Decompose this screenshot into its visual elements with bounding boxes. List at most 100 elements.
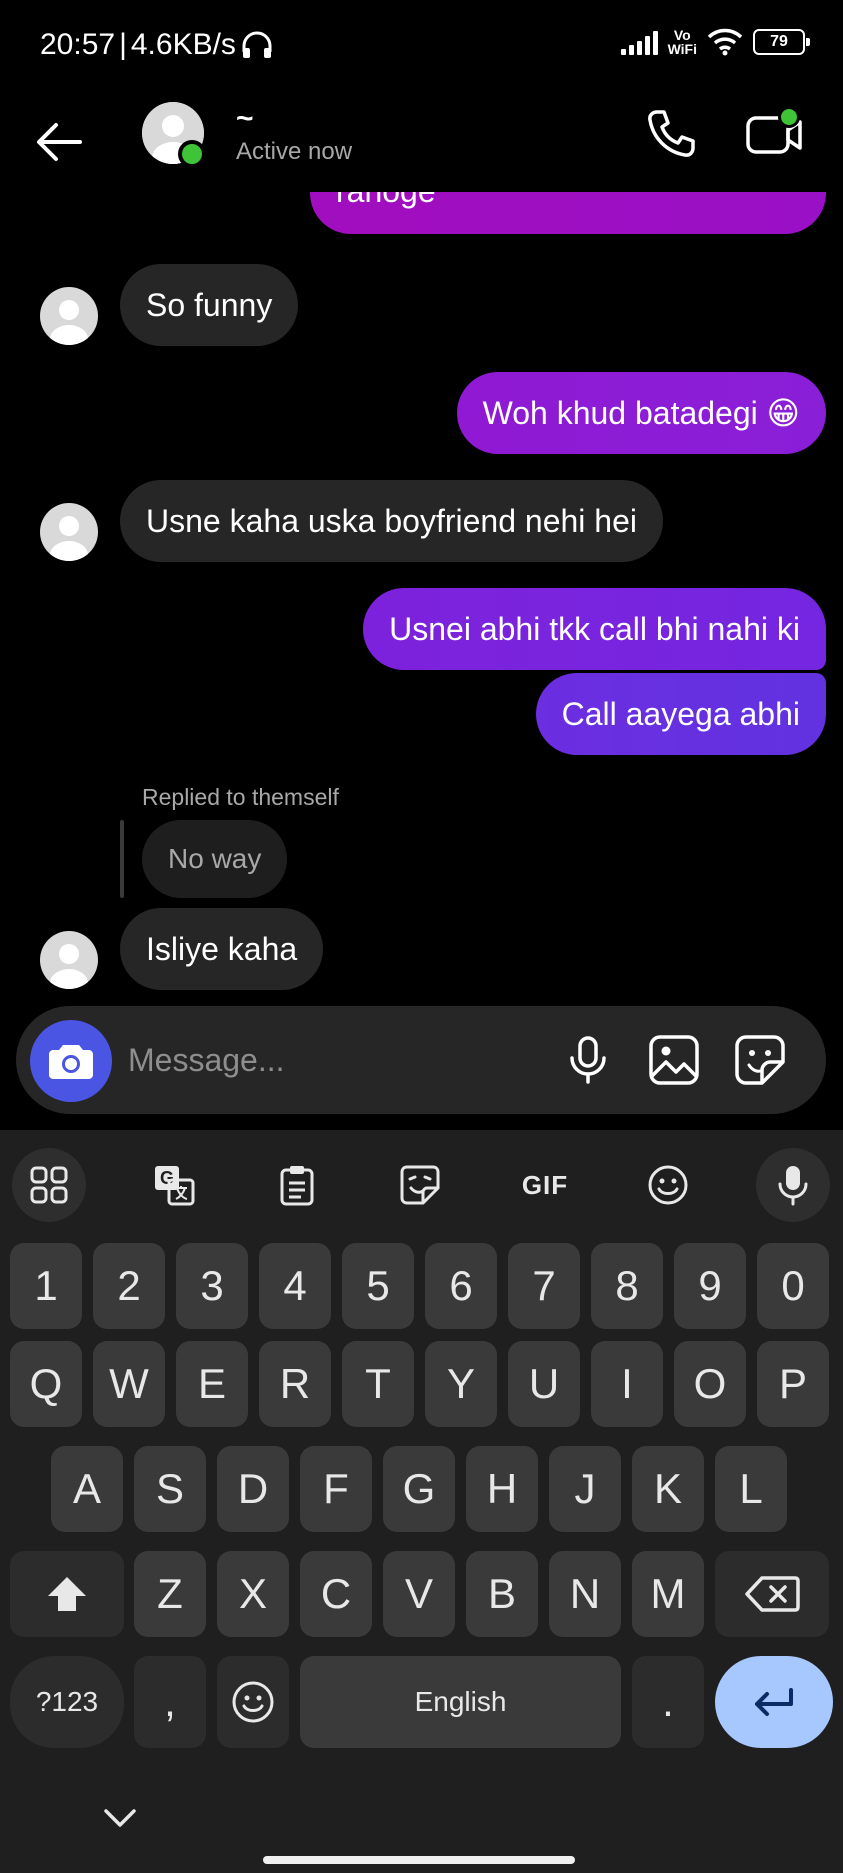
message-incoming[interactable]: Usne kaha uska boyfriend nehi hei bbox=[120, 480, 663, 562]
key-o[interactable]: O bbox=[674, 1341, 746, 1427]
key-v[interactable]: V bbox=[383, 1551, 455, 1637]
online-indicator bbox=[178, 140, 206, 168]
key-q[interactable]: Q bbox=[10, 1341, 82, 1427]
camera-button[interactable] bbox=[30, 1020, 112, 1102]
sticker-icon bbox=[400, 1165, 440, 1205]
key-3[interactable]: 3 bbox=[176, 1243, 248, 1329]
message-composer bbox=[16, 1006, 826, 1114]
emoji-icon bbox=[648, 1165, 688, 1205]
contact-name[interactable]: ~ bbox=[236, 102, 254, 136]
clock: 20:57 bbox=[40, 28, 116, 61]
key-l[interactable]: L bbox=[715, 1446, 787, 1532]
sender-avatar[interactable] bbox=[40, 931, 98, 989]
keyboard: G GIF 1 2 3 4 5 6 7 8 9 0 Q W E R T Y U … bbox=[0, 1130, 843, 1873]
default-avatar-icon bbox=[50, 944, 88, 989]
instagram-dm-screen: 20:57 | 4.6KB/s Vo WiFi 79 ~ Active now … bbox=[0, 0, 843, 1873]
keyboard-emoji-button[interactable] bbox=[633, 1150, 703, 1220]
key-2[interactable]: 2 bbox=[93, 1243, 165, 1329]
sticker-icon[interactable] bbox=[732, 1032, 788, 1088]
key-r[interactable]: R bbox=[259, 1341, 331, 1427]
message-input[interactable] bbox=[128, 1028, 548, 1092]
key-c[interactable]: C bbox=[300, 1551, 372, 1637]
key-e[interactable]: E bbox=[176, 1341, 248, 1427]
gallery-icon[interactable] bbox=[646, 1032, 702, 1088]
key-j[interactable]: J bbox=[549, 1446, 621, 1532]
microphone-icon[interactable] bbox=[560, 1032, 616, 1088]
key-h[interactable]: H bbox=[466, 1446, 538, 1532]
key-5[interactable]: 5 bbox=[342, 1243, 414, 1329]
reply-context-label: Replied to themself bbox=[142, 784, 339, 810]
message-incoming[interactable]: Isliye kaha bbox=[120, 908, 324, 990]
key-9[interactable]: 9 bbox=[674, 1243, 746, 1329]
keyboard-voice-button[interactable] bbox=[756, 1148, 830, 1222]
back-arrow-icon[interactable] bbox=[30, 112, 90, 172]
reply-quote-bar bbox=[120, 820, 124, 898]
key-w[interactable]: W bbox=[93, 1341, 165, 1427]
vowifi-bottom: WiFi bbox=[667, 41, 697, 57]
key-z[interactable]: Z bbox=[134, 1551, 206, 1637]
home-gesture-bar[interactable] bbox=[263, 1856, 575, 1864]
camera-icon bbox=[49, 1045, 93, 1079]
sender-avatar[interactable] bbox=[40, 503, 98, 561]
shift-icon bbox=[48, 1577, 86, 1611]
keyboard-hide-chevron-icon[interactable] bbox=[100, 1803, 140, 1833]
gif-button[interactable]: GIF bbox=[510, 1150, 580, 1220]
key-g[interactable]: G bbox=[383, 1446, 455, 1532]
default-avatar-icon bbox=[50, 516, 88, 561]
key-a[interactable]: A bbox=[51, 1446, 123, 1532]
key-x[interactable]: X bbox=[217, 1551, 289, 1637]
key-f[interactable]: F bbox=[300, 1446, 372, 1532]
key-6[interactable]: 6 bbox=[425, 1243, 497, 1329]
sender-avatar[interactable] bbox=[40, 287, 98, 345]
headphones-icon bbox=[242, 31, 272, 58]
keyboard-sticker-button[interactable] bbox=[385, 1150, 455, 1220]
video-active-dot bbox=[778, 106, 800, 128]
message-outgoing[interactable]: Woh khud batadegi 😁 bbox=[456, 372, 826, 454]
key-m[interactable]: M bbox=[632, 1551, 704, 1637]
message-text: Usne kaha uska boyfriend nehi hei bbox=[146, 502, 637, 539]
backspace-key[interactable] bbox=[715, 1551, 829, 1637]
signal-icon bbox=[620, 29, 658, 55]
status-right: Vo WiFi 79 bbox=[620, 28, 810, 56]
key-p[interactable]: P bbox=[757, 1341, 829, 1427]
chat-header: ~ Active now bbox=[0, 92, 843, 192]
key-4[interactable]: 4 bbox=[259, 1243, 331, 1329]
key-i[interactable]: I bbox=[591, 1341, 663, 1427]
translate-button[interactable]: G bbox=[139, 1150, 209, 1220]
message-text: So funny bbox=[146, 286, 273, 323]
message-outgoing[interactable]: Call aayega abhi bbox=[535, 673, 826, 755]
phone-icon[interactable] bbox=[643, 106, 699, 162]
enter-key[interactable] bbox=[715, 1656, 833, 1748]
message-outgoing[interactable]: ranoge bbox=[310, 192, 826, 234]
space-bar[interactable]: English bbox=[300, 1656, 621, 1748]
key-7[interactable]: 7 bbox=[508, 1243, 580, 1329]
symbols-key[interactable]: ?123 bbox=[10, 1656, 124, 1748]
key-u[interactable]: U bbox=[508, 1341, 580, 1427]
key-b[interactable]: B bbox=[466, 1551, 538, 1637]
message-text: Call aayega abhi bbox=[561, 695, 800, 732]
key-8[interactable]: 8 bbox=[591, 1243, 663, 1329]
comma-key[interactable]: , bbox=[134, 1656, 206, 1748]
key-d[interactable]: D bbox=[217, 1446, 289, 1532]
clipboard-button[interactable] bbox=[262, 1150, 332, 1220]
translate-icon: G bbox=[155, 1166, 195, 1206]
key-n[interactable]: N bbox=[549, 1551, 621, 1637]
key-s[interactable]: S bbox=[134, 1446, 206, 1532]
message-incoming[interactable]: So funny bbox=[120, 264, 299, 346]
period-key[interactable]: . bbox=[632, 1656, 704, 1748]
key-t[interactable]: T bbox=[342, 1341, 414, 1427]
keyboard-emoji-key[interactable] bbox=[217, 1656, 289, 1748]
message-outgoing[interactable]: Usnei abhi tkk call bhi nahi ki bbox=[363, 588, 826, 670]
key-k[interactable]: K bbox=[632, 1446, 704, 1532]
message-thread[interactable]: ranoge So funny Woh khud batadegi 😁 Usne… bbox=[0, 192, 843, 997]
reply-quoted-message[interactable]: No way bbox=[142, 820, 288, 898]
vowifi-icon: Vo WiFi bbox=[668, 28, 697, 56]
keyboard-apps-button[interactable] bbox=[12, 1148, 86, 1222]
shift-key[interactable] bbox=[10, 1551, 124, 1637]
vowifi-top: Vo bbox=[673, 27, 691, 43]
key-1[interactable]: 1 bbox=[10, 1243, 82, 1329]
key-0[interactable]: 0 bbox=[757, 1243, 829, 1329]
key-y[interactable]: Y bbox=[425, 1341, 497, 1427]
wifi-icon bbox=[707, 28, 743, 56]
status-bar: 20:57 | 4.6KB/s Vo WiFi 79 bbox=[0, 0, 843, 92]
